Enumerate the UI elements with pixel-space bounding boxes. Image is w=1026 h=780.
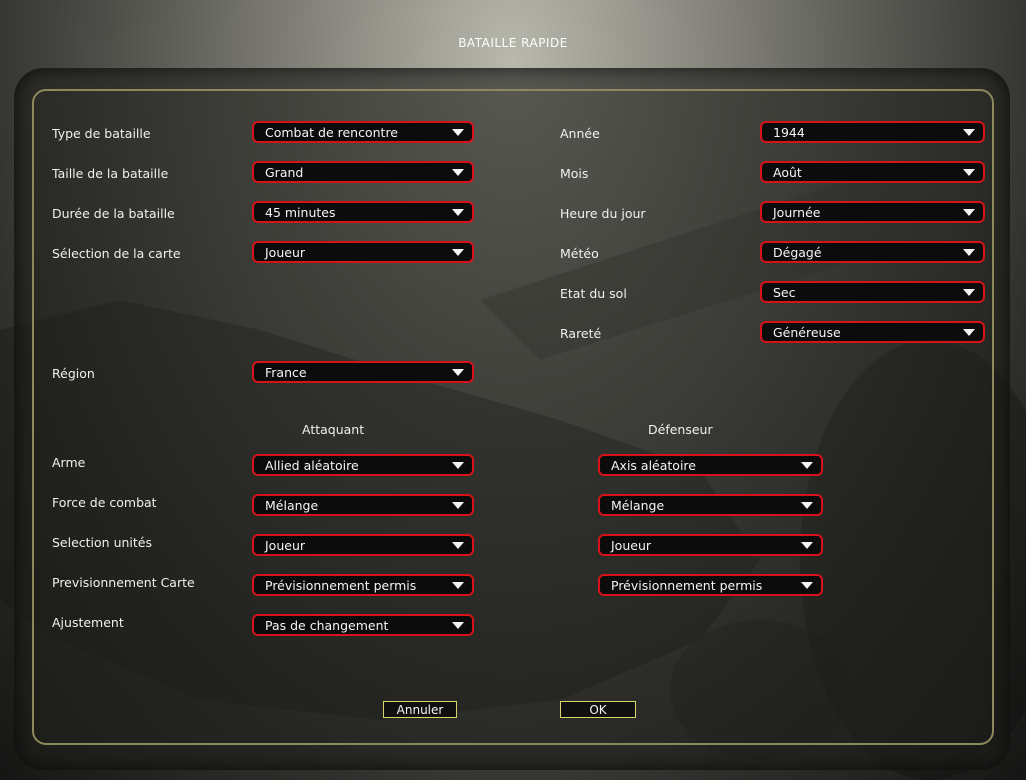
- battle-type-label: Type de bataille: [52, 126, 151, 141]
- chevron-down-icon: [963, 289, 975, 296]
- battle-size-label: Taille de la bataille: [52, 166, 169, 181]
- chevron-down-icon: [452, 622, 464, 629]
- attacker-map-preview-dropdown[interactable]: Prévisionnement permis: [252, 574, 474, 596]
- map-selection-label: Sélection de la carte: [52, 246, 181, 261]
- combat-force-label: Force de combat: [52, 495, 157, 510]
- ground-state-label: Etat du sol: [560, 286, 627, 301]
- region-dropdown[interactable]: France: [252, 361, 474, 383]
- chevron-down-icon: [963, 249, 975, 256]
- ground-state-value: Sec: [773, 285, 796, 300]
- battle-size-dropdown[interactable]: Grand: [252, 161, 474, 183]
- year-value: 1944: [773, 125, 805, 140]
- map-selection-dropdown[interactable]: Joueur: [252, 241, 474, 263]
- weapon-label: Arme: [52, 455, 86, 470]
- chevron-down-icon: [452, 582, 464, 589]
- month-label: Mois: [560, 166, 589, 181]
- time-of-day-value: Journée: [773, 205, 821, 220]
- defender-weapon-value: Axis aléatoire: [611, 458, 696, 473]
- defender-unit-selection-value: Joueur: [611, 538, 652, 553]
- chevron-down-icon: [963, 329, 975, 336]
- adjustment-label: Ajustement: [52, 615, 124, 630]
- year-dropdown[interactable]: 1944: [760, 121, 985, 143]
- month-dropdown[interactable]: Août: [760, 161, 985, 183]
- defender-map-preview-value: Prévisionnement permis: [611, 578, 763, 593]
- weather-label: Météo: [560, 246, 599, 261]
- map-selection-value: Joueur: [265, 245, 306, 260]
- region-value: France: [265, 365, 307, 380]
- chevron-down-icon: [452, 129, 464, 136]
- attacker-map-preview-value: Prévisionnement permis: [265, 578, 417, 593]
- month-value: Août: [773, 165, 802, 180]
- attacker-weapon-dropdown[interactable]: Allied aléatoire: [252, 454, 474, 476]
- attacker-force-dropdown[interactable]: Mélange: [252, 494, 474, 516]
- unit-selection-label: Selection unités: [52, 535, 152, 550]
- chevron-down-icon: [452, 542, 464, 549]
- defender-force-dropdown[interactable]: Mélange: [598, 494, 823, 516]
- adjustment-value: Pas de changement: [265, 618, 389, 633]
- chevron-down-icon: [963, 129, 975, 136]
- chevron-down-icon: [801, 582, 813, 589]
- region-label: Région: [52, 366, 95, 381]
- attacker-unit-selection-dropdown[interactable]: Joueur: [252, 534, 474, 556]
- defender-force-value: Mélange: [611, 498, 665, 513]
- battle-duration-value: 45 minutes: [265, 205, 336, 220]
- ground-state-dropdown[interactable]: Sec: [760, 281, 985, 303]
- time-of-day-dropdown[interactable]: Journée: [760, 201, 985, 223]
- chevron-down-icon: [452, 502, 464, 509]
- chevron-down-icon: [452, 249, 464, 256]
- attacker-unit-selection-value: Joueur: [265, 538, 306, 553]
- chevron-down-icon: [801, 502, 813, 509]
- defender-header: Défenseur: [648, 422, 713, 437]
- attacker-force-value: Mélange: [265, 498, 319, 513]
- cancel-button[interactable]: Annuler: [383, 701, 457, 718]
- battle-type-dropdown[interactable]: Combat de rencontre: [252, 121, 474, 143]
- weather-dropdown[interactable]: Dégagé: [760, 241, 985, 263]
- battle-duration-label: Durée de la bataille: [52, 206, 175, 221]
- battle-size-value: Grand: [265, 165, 304, 180]
- adjustment-dropdown[interactable]: Pas de changement: [252, 614, 474, 636]
- attacker-header: Attaquant: [302, 422, 365, 437]
- chevron-down-icon: [963, 209, 975, 216]
- battle-duration-dropdown[interactable]: 45 minutes: [252, 201, 474, 223]
- chevron-down-icon: [452, 369, 464, 376]
- rarity-dropdown[interactable]: Généreuse: [760, 321, 985, 343]
- time-of-day-label: Heure du jour: [560, 206, 646, 221]
- defender-unit-selection-dropdown[interactable]: Joueur: [598, 534, 823, 556]
- attacker-weapon-value: Allied aléatoire: [265, 458, 359, 473]
- chevron-down-icon: [801, 542, 813, 549]
- chevron-down-icon: [963, 169, 975, 176]
- defender-map-preview-dropdown[interactable]: Prévisionnement permis: [598, 574, 823, 596]
- rarity-value: Généreuse: [773, 325, 841, 340]
- chevron-down-icon: [452, 462, 464, 469]
- battle-type-value: Combat de rencontre: [265, 125, 398, 140]
- rarity-label: Rareté: [560, 326, 602, 341]
- window-title: BATAILLE RAPIDE: [458, 36, 568, 50]
- weather-value: Dégagé: [773, 245, 822, 260]
- dialog-frame: [32, 89, 994, 745]
- defender-weapon-dropdown[interactable]: Axis aléatoire: [598, 454, 823, 476]
- ok-button[interactable]: OK: [560, 701, 636, 718]
- chevron-down-icon: [452, 209, 464, 216]
- map-preview-label: Previsionnement Carte: [52, 575, 195, 590]
- year-label: Année: [560, 126, 600, 141]
- chevron-down-icon: [452, 169, 464, 176]
- chevron-down-icon: [801, 462, 813, 469]
